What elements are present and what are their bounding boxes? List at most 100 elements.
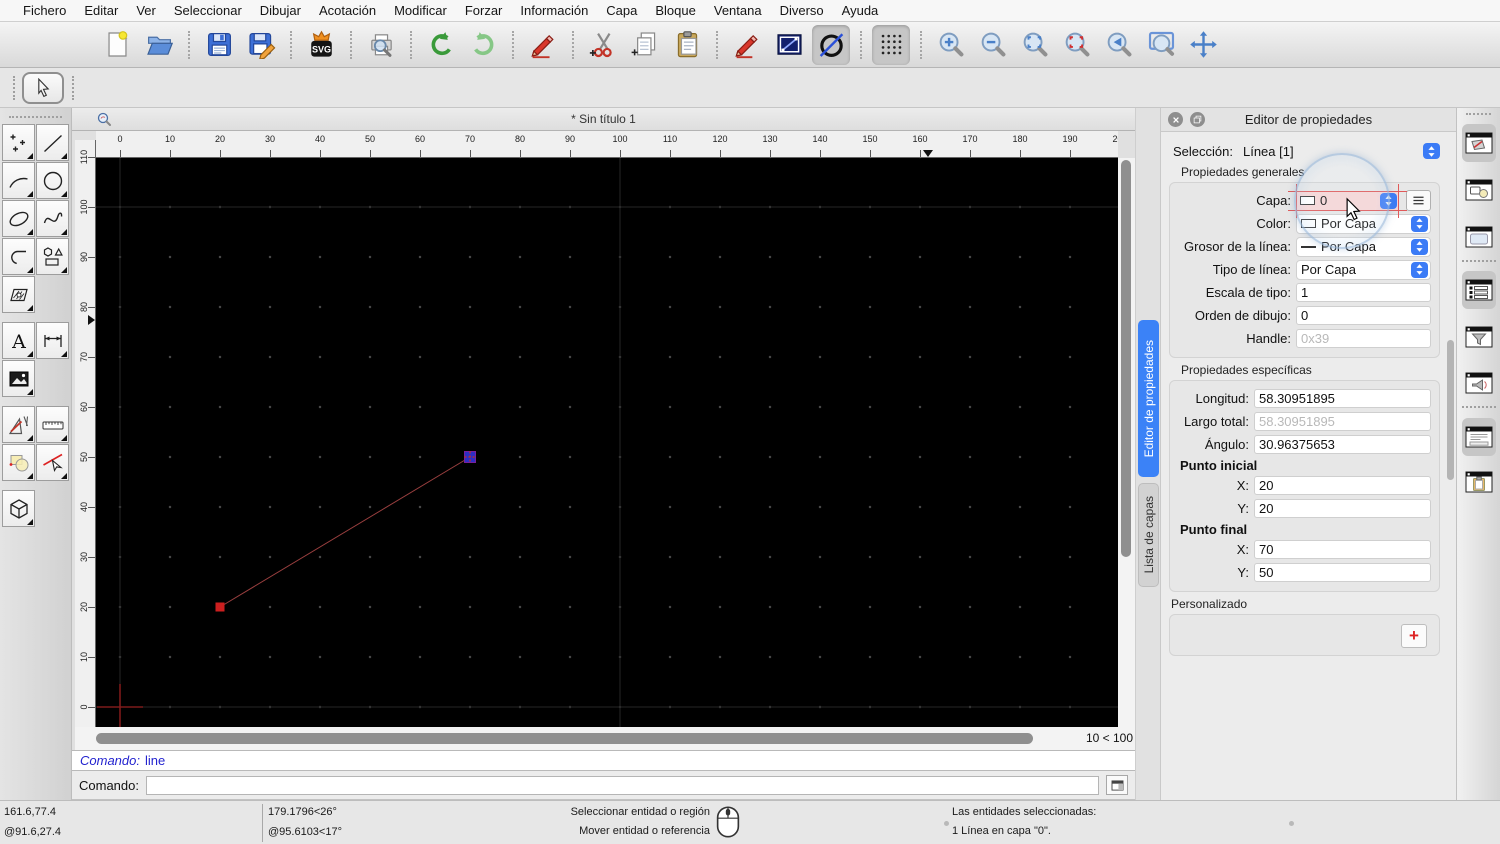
clipboard-dock-button[interactable] — [1462, 463, 1496, 501]
undo-button[interactable] — [422, 25, 460, 65]
toolbar-drag-handle[interactable] — [13, 76, 15, 100]
hatch-tool-button[interactable] — [2, 276, 35, 313]
reference-dock-button[interactable] — [1462, 364, 1496, 402]
property-editor-dock-button[interactable] — [1462, 124, 1496, 162]
canvas-vertical-scrollbar[interactable] — [1118, 158, 1135, 727]
shapes-tool-button[interactable] — [36, 238, 69, 275]
menu-item-forzar[interactable]: Forzar — [456, 3, 512, 18]
largo-total-input[interactable] — [1254, 412, 1431, 431]
command-input[interactable] — [145, 775, 1099, 795]
spline-tool-button[interactable] — [36, 200, 69, 237]
selection-filter-dock-button[interactable] — [1462, 318, 1496, 356]
command-options-button[interactable] — [1106, 775, 1128, 795]
print-preview-button[interactable] — [362, 25, 400, 65]
selection-pointer-button[interactable] — [22, 72, 64, 104]
pf-y-input[interactable] — [1254, 563, 1431, 582]
block-list-dock-button[interactable] — [1462, 171, 1496, 209]
pi-y-input[interactable] — [1254, 499, 1431, 518]
menu-item-diverso[interactable]: Diverso — [771, 3, 833, 18]
zoom-out-button[interactable] — [974, 25, 1012, 65]
delete-eraser-button[interactable] — [524, 25, 562, 65]
save-as-button[interactable] — [242, 25, 280, 65]
add-custom-property-button[interactable]: + — [1401, 624, 1427, 648]
menu-item-acotacion[interactable]: Acotación — [310, 3, 385, 18]
grid-toggle-button[interactable] — [872, 24, 910, 65]
drawing-canvas[interactable] — [96, 158, 1118, 727]
menu-item-dibujar[interactable]: Dibujar — [251, 3, 310, 18]
open-file-button[interactable] — [140, 25, 178, 65]
save-button[interactable] — [200, 25, 238, 65]
menu-item-modificar[interactable]: Modificar — [385, 3, 456, 18]
longitud-input[interactable] — [1254, 389, 1431, 408]
dock-drag-handle[interactable] — [1466, 113, 1491, 115]
tipo-combo[interactable]: Por Capa — [1296, 259, 1431, 280]
menu-item-ver[interactable]: Ver — [127, 3, 165, 18]
dimension-tool-button[interactable] — [36, 322, 69, 359]
zoom-selection-button[interactable] — [1058, 25, 1096, 65]
image-tool-button[interactable] — [2, 360, 35, 397]
redo-button[interactable] — [464, 25, 502, 65]
menu-item-editar[interactable]: Editar — [75, 3, 127, 18]
solid-tool-button[interactable] — [2, 490, 35, 527]
orden-input[interactable] — [1296, 306, 1431, 325]
cut-button[interactable] — [584, 25, 622, 65]
menu-item-bloque[interactable]: Bloque — [646, 3, 704, 18]
zoom-previous-button[interactable] — [1100, 25, 1138, 65]
color-stepper[interactable] — [1411, 215, 1428, 232]
menu-item-capa[interactable]: Capa — [597, 3, 646, 18]
arc-tool-button[interactable] — [2, 162, 35, 199]
zoom-in-button[interactable] — [932, 25, 970, 65]
float-panel-button[interactable] — [1190, 112, 1205, 127]
grosor-stepper[interactable] — [1411, 238, 1428, 255]
points-tool-button[interactable] — [2, 124, 35, 161]
modify-tool-button[interactable] — [2, 444, 35, 481]
edit-pencil-button[interactable] — [728, 25, 766, 65]
svg-export-button[interactable]: SVG — [302, 25, 340, 65]
menu-item-ayuda[interactable]: Ayuda — [833, 3, 888, 18]
pf-x-input[interactable] — [1254, 540, 1431, 559]
misc-tools-tool-button[interactable] — [2, 406, 35, 443]
horizontal-scrollbar-thumb[interactable] — [96, 733, 1033, 744]
pan-button[interactable] — [1184, 25, 1222, 65]
palette-drag-handle[interactable] — [9, 116, 62, 118]
select-tool-button[interactable] — [36, 444, 69, 481]
menu-item-informacion[interactable]: Información — [511, 3, 597, 18]
grosor-swatch-icon — [1301, 245, 1316, 248]
new-file-button[interactable] — [98, 25, 136, 65]
ellipse-tool-button[interactable] — [2, 200, 35, 237]
angulo-input[interactable] — [1254, 435, 1431, 454]
command-line-dock-button[interactable] — [1462, 418, 1496, 456]
pi-x-input[interactable] — [1254, 476, 1431, 495]
tab-editor-de-propiedades[interactable]: Editor de propiedades — [1138, 320, 1159, 477]
escala-input[interactable] — [1296, 283, 1431, 302]
menu-item-seleccionar[interactable]: Seleccionar — [165, 3, 251, 18]
capa-menu-button[interactable] — [1406, 190, 1431, 211]
toolbar-drag-handle-2[interactable] — [72, 76, 74, 100]
copy-button[interactable] — [626, 25, 664, 65]
selection-lines-button[interactable] — [770, 25, 808, 65]
tab-lista-de-capas[interactable]: Lista de capas — [1138, 483, 1159, 587]
selection-stepper[interactable] — [1423, 143, 1440, 159]
restrict-off-button[interactable] — [812, 24, 850, 65]
text-tool-button[interactable]: A — [2, 322, 35, 359]
vertical-scrollbar-thumb[interactable] — [1121, 160, 1131, 557]
menu-item-fichero[interactable]: Fichero — [14, 3, 75, 18]
handle-input[interactable] — [1296, 329, 1431, 348]
polyline-tool-button[interactable] — [2, 238, 35, 275]
close-panel-button[interactable] — [1168, 112, 1183, 127]
selection-info-2: 1 Línea en capa "0". — [952, 825, 1051, 837]
menu-item-ventana[interactable]: Ventana — [705, 3, 771, 18]
zoom-auto-button[interactable] — [1016, 25, 1054, 65]
line-start-handle[interactable] — [215, 602, 225, 612]
line-tool-button[interactable] — [36, 124, 69, 161]
layer-list-dock-button[interactable] — [1462, 271, 1496, 309]
panel-scrollbar-thumb[interactable] — [1447, 340, 1454, 480]
tipo-stepper[interactable] — [1411, 261, 1428, 278]
line-entity[interactable] — [219, 456, 471, 608]
paste-button[interactable] — [668, 25, 706, 65]
zoom-window-button[interactable] — [1142, 25, 1180, 65]
library-browser-dock-button[interactable] — [1462, 218, 1496, 256]
measure-tool-button[interactable] — [36, 406, 69, 443]
circle-tool-button[interactable] — [36, 162, 69, 199]
canvas-horizontal-scrollbar[interactable]: 10 < 100 — [75, 727, 1135, 750]
